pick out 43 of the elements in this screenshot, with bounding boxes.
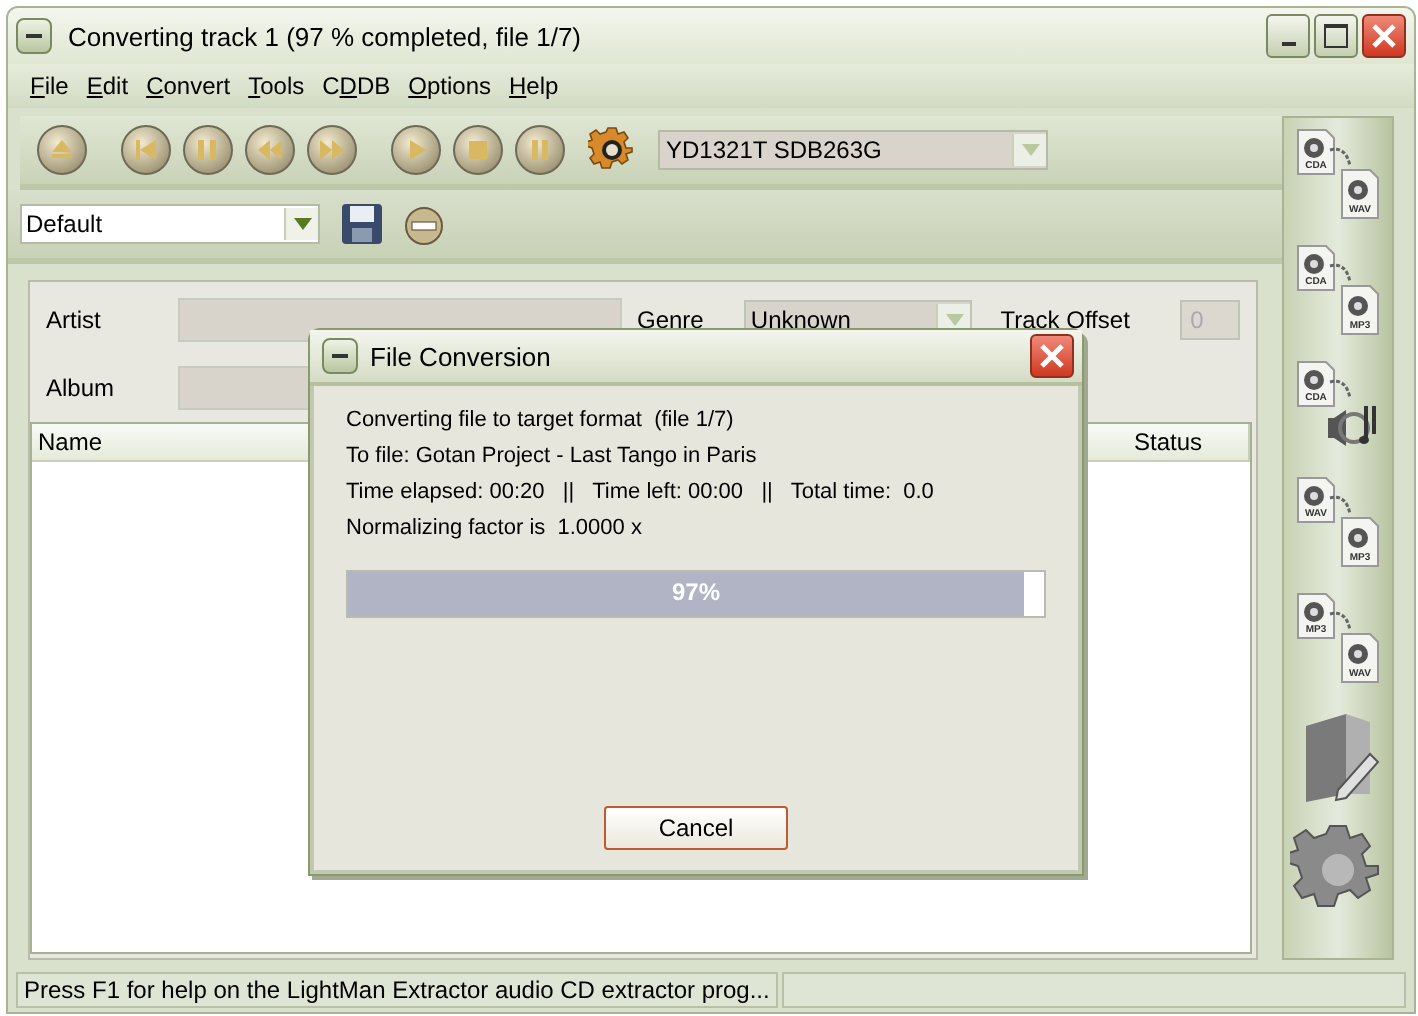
menu-item[interactable]: Convert [144,72,233,100]
system-menu-icon[interactable] [16,18,52,54]
close-button[interactable] [1362,14,1406,58]
progress-percent: 97% [671,578,721,606]
field-label: Album [46,374,117,402]
progress-info: Normalizing factor is 1.0000 x [346,514,644,544]
remove-icon[interactable] [404,202,444,246]
pause-button[interactable] [514,124,566,176]
field-label: Genre [637,306,706,334]
play-button[interactable] [390,124,442,176]
field-label: Artist [46,306,103,334]
close-icon [1038,342,1066,370]
minimize-button[interactable] [1266,14,1310,58]
close-button[interactable] [1030,334,1074,378]
drive-dropdown[interactable]: YD1321T SDB263G [658,130,1048,170]
menu-item[interactable]: Edit [84,72,131,100]
save-icon[interactable] [340,202,384,246]
stepback-button[interactable] [182,124,234,176]
status-text: Press F1 for help on the LightMan Extractor audio CD extractor prog... [16,972,778,1008]
first-button[interactable] [120,124,172,176]
menu-item[interactable]: Options [406,72,493,100]
menu-item[interactable]: CDDB [320,72,393,100]
gear-icon[interactable] [588,126,636,174]
rewind-button[interactable] [244,124,296,176]
menu-item[interactable]: Help [507,72,561,100]
close-icon [1370,22,1398,50]
caret-icon [1021,144,1039,156]
progress-info: Converting file to target format (file 1/7) [346,406,736,436]
field-label: Track Offset [1000,306,1132,334]
caret-icon [293,218,311,230]
forward-button[interactable] [306,124,358,176]
progress-info: To file: Gotan Project - Last Tango in Paris [346,442,759,472]
maximize-button[interactable] [1314,14,1358,58]
cancel-button[interactable]: Cancel [604,806,788,850]
stop-button[interactable] [452,124,504,176]
window-title: Converting track 1 (97 % completed, file 1/7) [68,21,584,51]
progress-info: Time elapsed: 00:20 || Time left: 00:00 || Total time: 0.0 [346,478,936,508]
profile-dropdown[interactable]: Default [20,204,320,244]
dialog-title: File Conversion [370,341,553,371]
system-menu-icon[interactable] [322,338,358,374]
menu-item[interactable]: Tools [246,72,307,100]
eject-button[interactable] [36,124,88,176]
menu-item[interactable]: File [28,72,71,100]
